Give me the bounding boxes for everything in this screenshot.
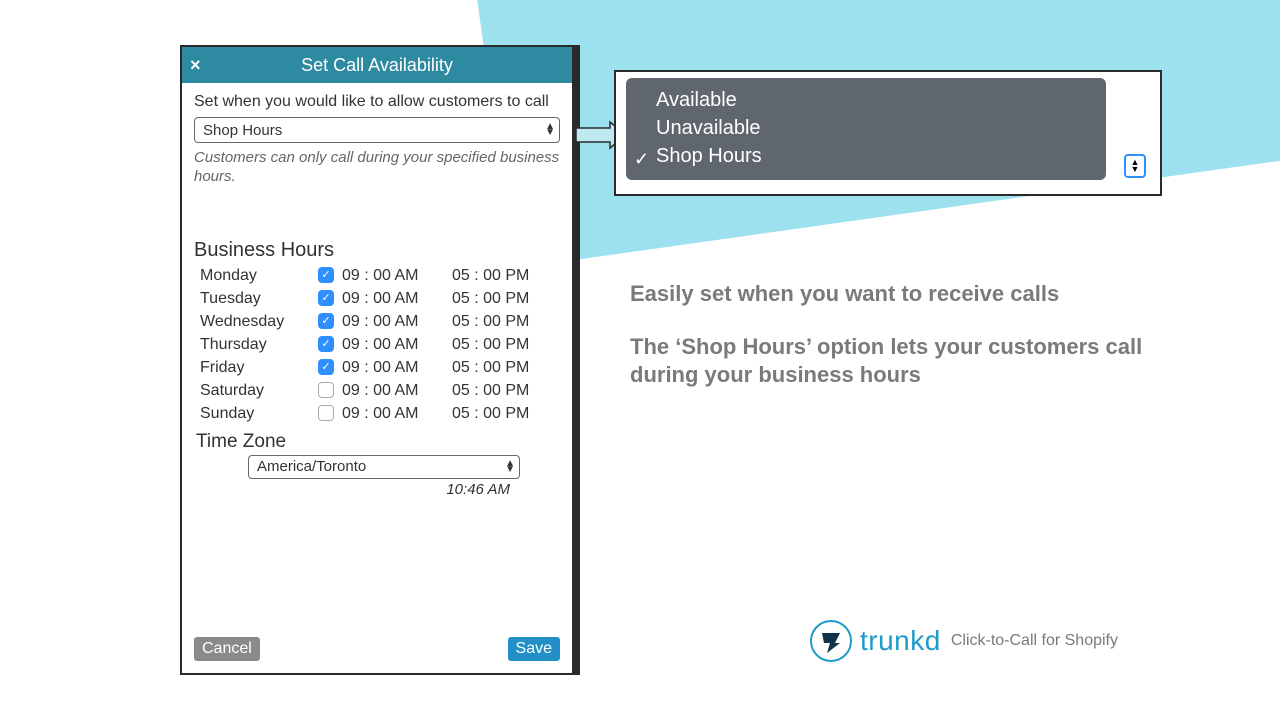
day-label: Thursday — [200, 333, 310, 356]
hours-row: Wednesday ✓ 09 : 00 AM05 : 00 PM — [194, 310, 560, 333]
day-enabled-checkbox[interactable]: ✓ — [318, 267, 334, 283]
end-time[interactable]: 05 : 00 PM — [452, 287, 552, 310]
dialog-title: Set Call Availability — [192, 55, 562, 76]
availability-option[interactable]: ✓Shop Hours — [656, 142, 1088, 170]
day-label: Sunday — [200, 402, 310, 425]
cancel-button[interactable]: Cancel — [194, 637, 260, 661]
day-label: Monday — [200, 264, 310, 287]
hours-row: Tuesday ✓ 09 : 00 AM05 : 00 PM — [194, 287, 560, 310]
business-hours-table: Monday✓09 : 00 AM05 : 00 PMTuesday✓09 : … — [194, 264, 560, 425]
start-time[interactable]: 09 : 00 AM — [342, 333, 452, 356]
select-caret-icon[interactable]: ▲▼ — [1124, 154, 1146, 178]
availability-option[interactable]: Unavailable — [656, 114, 1088, 142]
helper-text: Customers can only call during your spec… — [194, 149, 560, 187]
updown-icon: ▲▼ — [545, 124, 555, 136]
availability-select-value: Shop Hours — [203, 122, 282, 139]
hours-row: Saturday 09 : 00 AM05 : 00 PM — [194, 379, 560, 402]
day-enabled-checkbox[interactable]: ✓ — [318, 290, 334, 306]
instruction-text: Set when you would like to allow custome… — [194, 93, 560, 111]
end-time[interactable]: 05 : 00 PM — [452, 402, 552, 425]
day-enabled-checkbox[interactable] — [318, 405, 334, 421]
availability-menu: AvailableUnavailable✓Shop Hours — [626, 78, 1106, 180]
hours-row: Thursday ✓ 09 : 00 AM05 : 00 PM — [194, 333, 560, 356]
day-enabled-checkbox[interactable]: ✓ — [318, 336, 334, 352]
dialog-header: × Set Call Availability — [182, 47, 572, 83]
end-time[interactable]: 05 : 00 PM — [452, 333, 552, 356]
day-label: Tuesday — [200, 287, 310, 310]
save-button[interactable]: Save — [508, 637, 560, 661]
day-label: Saturday — [200, 379, 310, 402]
brand-name: trunkd — [860, 625, 941, 657]
start-time[interactable]: 09 : 00 AM — [342, 310, 452, 333]
availability-option[interactable]: Available — [656, 86, 1088, 114]
end-time[interactable]: 05 : 00 PM — [452, 356, 552, 379]
day-enabled-checkbox[interactable]: ✓ — [318, 313, 334, 329]
marketing-line-2: The ‘Shop Hours’ option lets your custom… — [630, 333, 1150, 390]
availability-dropdown-expanded: AvailableUnavailable✓Shop Hours ▲▼ — [614, 70, 1162, 196]
check-icon: ✓ — [634, 145, 649, 173]
day-label: Friday — [200, 356, 310, 379]
close-icon[interactable]: × — [190, 55, 201, 76]
day-enabled-checkbox[interactable] — [318, 382, 334, 398]
start-time[interactable]: 09 : 00 AM — [342, 402, 452, 425]
business-hours-heading: Business Hours — [194, 239, 560, 262]
timezone-value: America/Toronto — [257, 458, 366, 475]
brand-tagline: Click-to-Call for Shopify — [951, 632, 1118, 650]
availability-select[interactable]: Shop Hours ▲▼ — [194, 117, 560, 143]
day-label: Wednesday — [200, 310, 310, 333]
start-time[interactable]: 09 : 00 AM — [342, 379, 452, 402]
timezone-select[interactable]: America/Toronto ▲▼ — [248, 455, 520, 479]
day-enabled-checkbox[interactable]: ✓ — [318, 359, 334, 375]
marketing-line-1: Easily set when you want to receive call… — [630, 280, 1150, 309]
hours-row: Sunday 09 : 00 AM05 : 00 PM — [194, 402, 560, 425]
end-time[interactable]: 05 : 00 PM — [452, 379, 552, 402]
brand-footer: trunkd Click-to-Call for Shopify — [810, 620, 1118, 662]
set-call-availability-dialog: × Set Call Availability Set when you wou… — [180, 45, 580, 675]
timezone-heading: Time Zone — [194, 431, 560, 453]
start-time[interactable]: 09 : 00 AM — [342, 356, 452, 379]
start-time[interactable]: 09 : 00 AM — [342, 264, 452, 287]
hours-row: Friday ✓ 09 : 00 AM05 : 00 PM — [194, 356, 560, 379]
marketing-copy: Easily set when you want to receive call… — [630, 280, 1150, 414]
updown-icon: ▲▼ — [505, 461, 515, 473]
current-time: 10:46 AM — [194, 481, 560, 498]
brand-logo-icon — [810, 620, 852, 662]
end-time[interactable]: 05 : 00 PM — [452, 264, 552, 287]
start-time[interactable]: 09 : 00 AM — [342, 287, 452, 310]
hours-row: Monday ✓ 09 : 00 AM05 : 00 PM — [194, 264, 560, 287]
end-time[interactable]: 05 : 00 PM — [452, 310, 552, 333]
